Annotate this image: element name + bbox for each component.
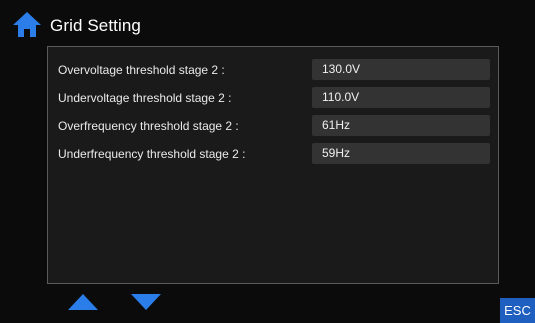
setting-label: Overvoltage threshold stage 2 :	[58, 63, 225, 77]
esc-button[interactable]: ESC	[500, 298, 535, 323]
overvoltage-threshold-field[interactable]: 130.0V	[312, 59, 490, 80]
overfrequency-threshold-field[interactable]: 61Hz	[312, 115, 490, 136]
undervoltage-threshold-field[interactable]: 110.0V	[312, 87, 490, 108]
home-button[interactable]	[12, 10, 42, 38]
setting-label: Undervoltage threshold stage 2 :	[58, 91, 232, 105]
setting-row-overvoltage: Overvoltage threshold stage 2 : 130.0V	[48, 59, 498, 81]
setting-label: Underfrequency threshold stage 2 :	[58, 147, 246, 161]
triangle-up-icon	[68, 294, 98, 310]
setting-row-underfrequency: Underfrequency threshold stage 2 : 59Hz	[48, 143, 498, 165]
settings-panel: Overvoltage threshold stage 2 : 130.0V U…	[47, 46, 499, 284]
grid-setting-screen: Grid Setting Overvoltage threshold stage…	[0, 0, 535, 323]
setting-row-undervoltage: Undervoltage threshold stage 2 : 110.0V	[48, 87, 498, 109]
home-icon	[13, 12, 41, 37]
setting-label: Overfrequency threshold stage 2 :	[58, 119, 239, 133]
triangle-down-icon	[131, 294, 161, 310]
page-title: Grid Setting	[50, 16, 141, 35]
page-up-button[interactable]	[67, 293, 99, 311]
underfrequency-threshold-field[interactable]: 59Hz	[312, 143, 490, 164]
page-down-button[interactable]	[130, 293, 162, 311]
setting-row-overfrequency: Overfrequency threshold stage 2 : 61Hz	[48, 115, 498, 137]
